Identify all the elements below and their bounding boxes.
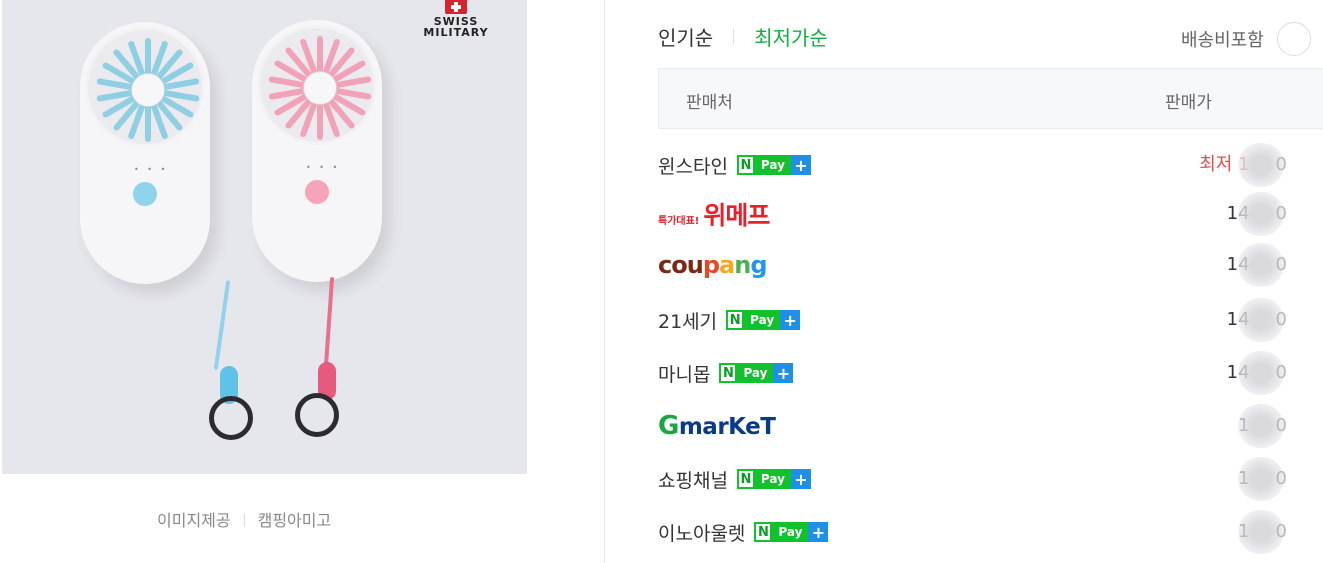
seller-name[interactable]: 이노아울렛 [658, 519, 745, 546]
price-tail: 0 [1275, 521, 1287, 542]
swiss-military-logo: SWISS MILITARY [416, 0, 496, 44]
seller-row[interactable]: GmarKeT 10 [658, 404, 1323, 448]
seller-name[interactable]: 윈스타인 [658, 152, 728, 179]
seller-price[interactable]: 140 [1227, 243, 1287, 287]
price-tail: 0 [1275, 254, 1287, 275]
price-tail: 0 [1275, 362, 1287, 383]
fan-power-button [305, 180, 329, 204]
image-credit-label: 이미지제공 [157, 511, 231, 530]
npay-n-icon: N [721, 365, 736, 381]
image-credit: 이미지제공 캠핑아미고 [157, 507, 331, 531]
product-image: SWISS MILITARY • • • • • • [2, 0, 527, 474]
naver-pay-badge: N Pay + [726, 310, 801, 330]
seller-price[interactable]: 140 [1227, 192, 1287, 236]
divider [243, 514, 245, 527]
npay-n-icon: N [728, 312, 743, 328]
logo-text: 위메프 [703, 201, 770, 230]
naver-pay-badge: N Pay + [736, 155, 811, 175]
sort-bar: 인기순 최저가순 [658, 20, 828, 52]
lowest-label: 최저 [1199, 154, 1233, 175]
price-tail: 0 [1275, 309, 1287, 330]
seller-name[interactable]: 쇼핑채널 [658, 466, 728, 493]
npay-label: Pay [744, 310, 781, 330]
seller-price[interactable]: 140 [1227, 298, 1287, 342]
fan-head-icon [257, 25, 377, 145]
npay-plus-icon: + [780, 310, 801, 330]
fan-power-button [133, 182, 157, 206]
npay-plus-icon: + [790, 155, 811, 175]
image-credit-source: 캠핑아미고 [257, 511, 332, 530]
price-tail: 0 [1275, 415, 1287, 436]
seller-row[interactable]: coupang 140 [658, 243, 1323, 287]
seller-price[interactable]: 10 [1237, 404, 1287, 448]
npay-n-icon: N [756, 524, 771, 540]
npay-plus-icon: + [808, 522, 829, 542]
seller-row[interactable]: 쇼핑채널NPay+10 [658, 457, 1323, 501]
npay-label: Pay [737, 363, 774, 383]
gmarket-logo[interactable]: GmarKeT [658, 411, 776, 441]
fan-head-icon [85, 27, 205, 147]
seller-row[interactable]: 마니몹NPay+140 [658, 351, 1323, 395]
table-header: 판매처 판매가 [658, 68, 1323, 129]
seller-price[interactable]: 최저 10 [1199, 143, 1287, 187]
naver-pay-badge: N Pay + [719, 363, 794, 383]
seller-row[interactable]: 이노아울렛NPay+10 [658, 510, 1323, 554]
wemakeprice-logo[interactable]: 특가대표! 위메프 [658, 196, 770, 232]
panel-divider [604, 0, 605, 563]
toggle-switch[interactable] [1276, 22, 1311, 56]
logo-tag: 특가대표! [658, 216, 700, 227]
npay-label: Pay [754, 469, 791, 489]
npay-label: Pay [754, 155, 791, 175]
npay-plus-icon: + [773, 363, 794, 383]
seller-price[interactable]: 10 [1237, 457, 1287, 501]
price-tail: 0 [1275, 468, 1287, 489]
key-ring [209, 396, 253, 440]
seller-row[interactable]: 21세기NPay+140 [658, 298, 1323, 342]
key-ring [295, 393, 339, 437]
npay-n-icon: N [738, 471, 753, 487]
column-header-price: 판매가 [1165, 93, 1212, 113]
brand-line2: MILITARY [423, 26, 489, 39]
naver-pay-badge: N Pay + [736, 469, 811, 489]
seller-row[interactable]: 윈스타인 NPay+ 최저 10 [658, 143, 1323, 187]
swiss-cross-icon [445, 0, 467, 14]
naver-pay-badge: N Pay + [754, 522, 829, 542]
logo-text: marKeT [678, 414, 776, 440]
column-header-seller: 판매처 [686, 93, 733, 113]
lanyard-blue [213, 280, 231, 370]
shipping-included-toggle[interactable]: 배송비포함 [1181, 22, 1311, 56]
seller-row[interactable]: 특가대표!위메프 140 [658, 192, 1323, 236]
sort-tab-lowest-price[interactable]: 최저가순 [754, 22, 828, 51]
npay-plus-icon: + [790, 469, 811, 489]
fan-blue: • • • [80, 22, 210, 284]
npay-n-icon: N [738, 157, 753, 173]
seller-price[interactable]: 140 [1227, 351, 1287, 395]
lanyard-pink [323, 276, 335, 368]
price-tail: 0 [1275, 154, 1287, 175]
coupang-logo[interactable]: coupang [658, 251, 768, 279]
fan-pink: • • • [252, 20, 382, 282]
price-tail: 0 [1275, 203, 1287, 224]
seller-name[interactable]: 마니몹 [658, 360, 710, 387]
seller-price[interactable]: 10 [1237, 510, 1287, 554]
shipping-toggle-label: 배송비포함 [1181, 30, 1264, 51]
divider [733, 27, 735, 45]
seller-name[interactable]: 21세기 [658, 307, 717, 334]
npay-label: Pay [772, 522, 809, 542]
sort-tab-popular[interactable]: 인기순 [658, 22, 713, 51]
logo-g: G [658, 411, 679, 441]
